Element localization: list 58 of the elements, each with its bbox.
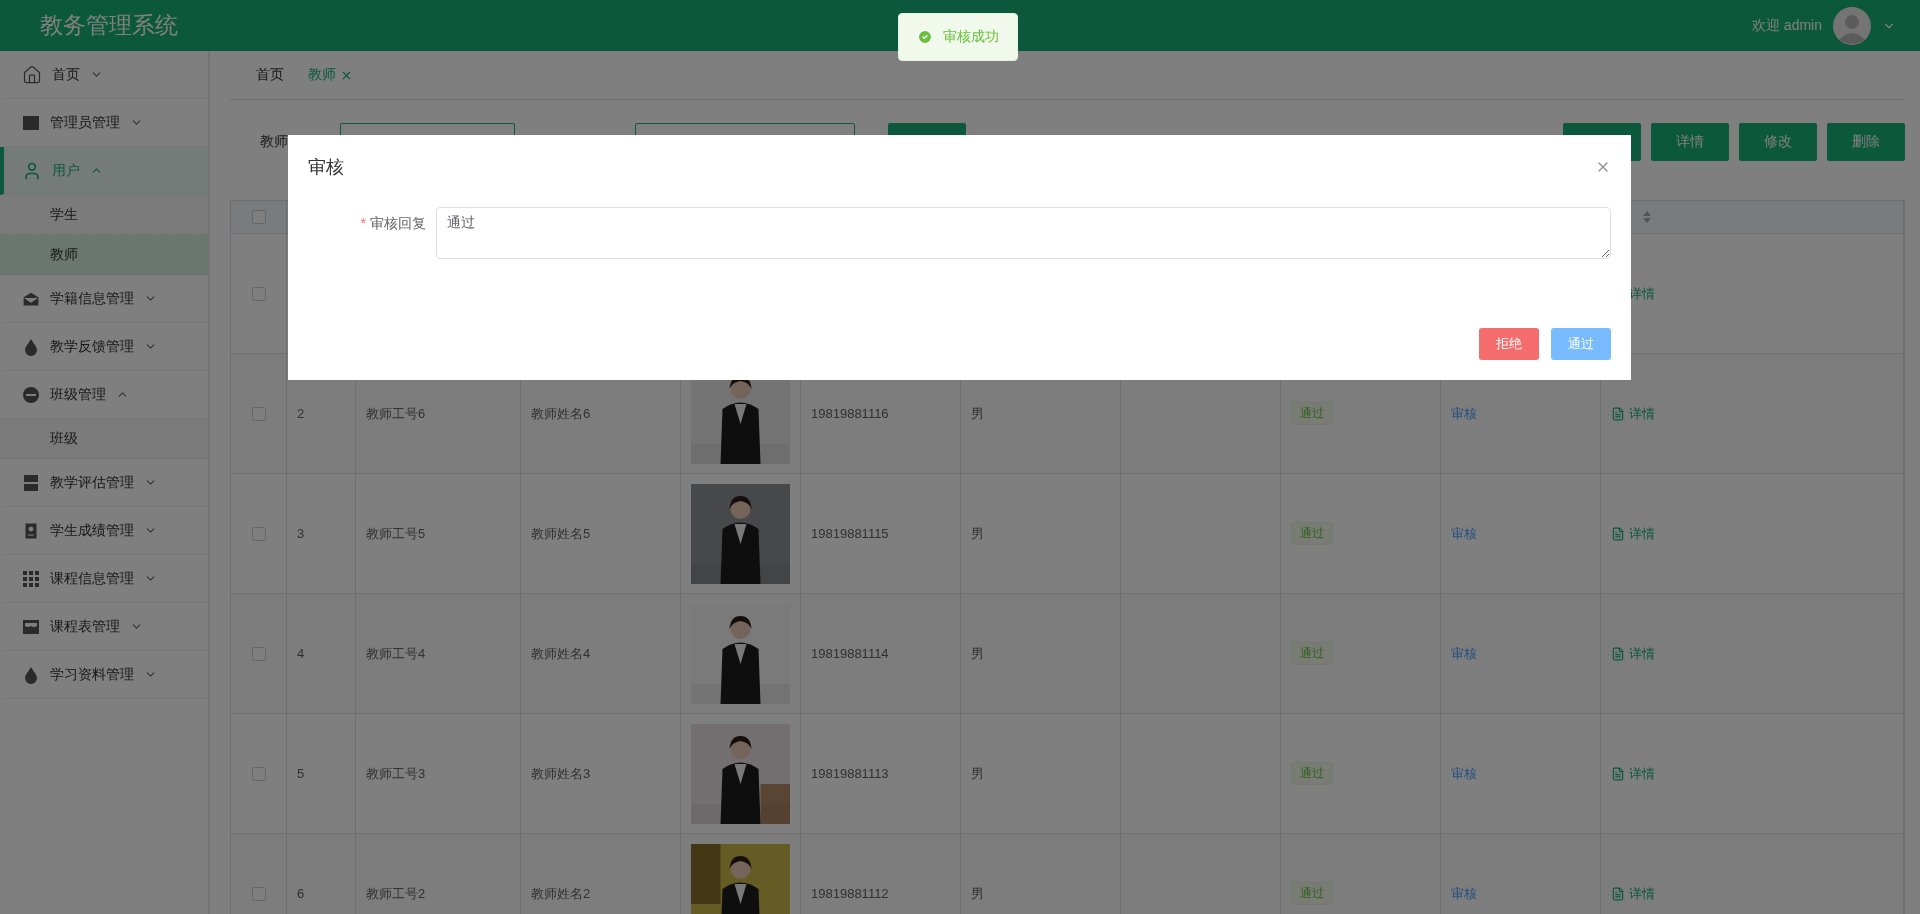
table-cell: 教师姓名4 [531,644,591,663]
detail-link[interactable]: 详情 [1611,764,1655,783]
audit-link[interactable]: 审核 [1451,764,1477,783]
detail-link[interactable]: 详情 [1611,644,1655,663]
table-cell: 19819881115 [811,526,889,541]
table-cell: 19819881114 [811,646,889,661]
table-cell: 男 [971,404,984,423]
toast-message: 审核成功 [943,28,999,46]
approve-button[interactable]: 通过 [1551,328,1611,360]
table-cell: 男 [971,764,984,783]
table-cell: 19819881112 [811,886,889,901]
status-tag: 通过 [1291,402,1333,425]
dialog-title: 审核 [308,156,344,179]
tab[interactable]: 教师 [308,66,353,84]
reject-button[interactable]: 拒绝 [1479,328,1539,360]
table-cell: 男 [971,524,984,543]
audit-link[interactable]: 审核 [1451,884,1477,903]
audit-link[interactable]: 审核 [1451,644,1477,663]
welcome-text: 欢迎 admin [1751,16,1822,35]
status-tag: 通过 [1291,882,1333,905]
sidebar-subitem[interactable]: 教师 [0,235,208,275]
table-cell: 19819881113 [811,766,889,781]
toolbar-button[interactable]: 修改 [1739,123,1817,161]
table-cell: 教师工号6 [366,404,426,423]
table-cell: 男 [971,884,984,903]
status-tag: 通过 [1291,522,1333,545]
tab[interactable]: 首页 [256,66,284,84]
audit-link[interactable]: 审核 [1451,524,1477,543]
status-tag: 通过 [1291,762,1333,785]
sidebar-item[interactable]: 用户 [0,147,208,195]
detail-link[interactable]: 详情 [1611,884,1655,903]
detail-link[interactable]: 详情 [1611,404,1655,423]
table-cell: 3 [297,526,305,541]
field-label: 教师 [259,133,289,151]
table-cell: 教师姓名2 [531,884,591,903]
reply-textarea[interactable]: 通过 [436,207,1611,259]
audit-link[interactable]: 审核 [1451,404,1477,423]
table-cell: 教师姓名5 [531,524,591,543]
table-cell: 19819881116 [811,406,889,421]
table-cell: 教师工号2 [366,884,426,903]
toolbar-button[interactable]: 删除 [1827,123,1905,161]
table-cell: 教师姓名6 [531,404,591,423]
status-tag: 通过 [1291,642,1333,665]
table-cell: 教师工号3 [366,764,426,783]
table-cell: 6 [297,886,305,901]
table-cell: 2 [297,406,305,421]
table-cell: 男 [971,644,984,663]
app-title: 教务管理系统 [40,11,178,40]
table-cell: 教师姓名3 [531,764,591,783]
toolbar-button[interactable]: 详情 [1651,123,1729,161]
sidebar-subitem[interactable]: 学生 [0,195,208,235]
table-cell: 4 [297,646,305,661]
table-cell: 教师工号5 [366,524,426,543]
detail-link[interactable]: 详情 [1611,524,1655,543]
sidebar-subitem[interactable]: 班级 [0,419,208,459]
table-cell: 教师工号4 [366,644,426,663]
table-cell: 5 [297,766,305,781]
field-label: * 审核回复 [359,214,426,233]
